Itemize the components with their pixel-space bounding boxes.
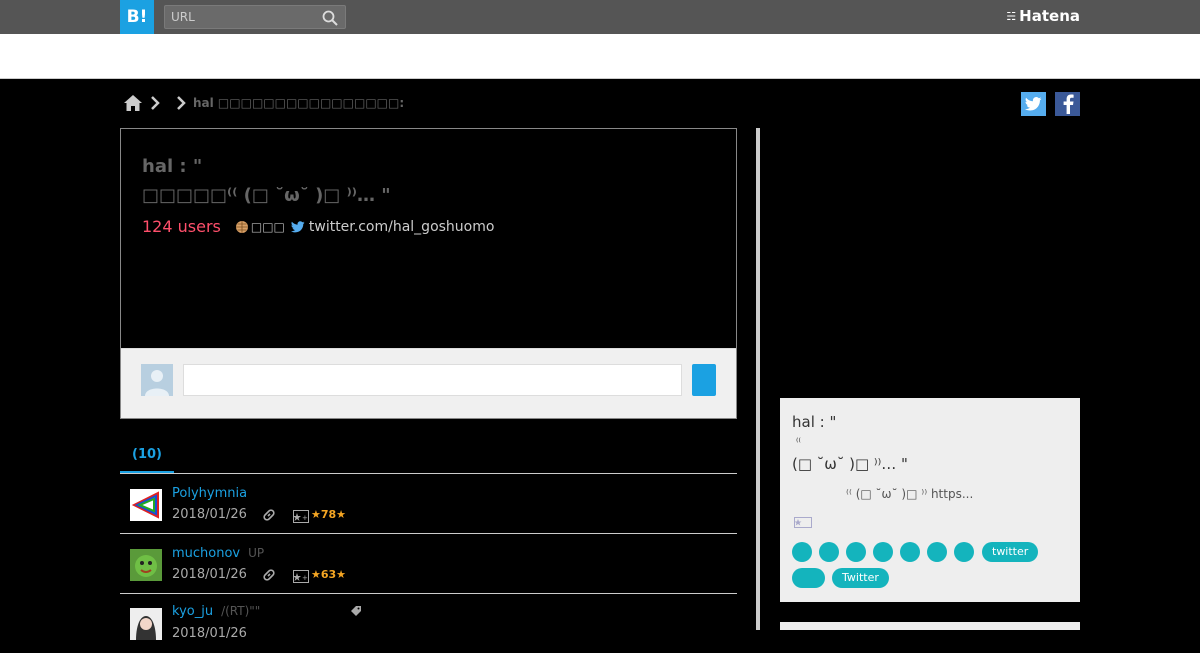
avatar-image <box>130 489 162 521</box>
twitter-share-button[interactable] <box>1021 92 1046 116</box>
add-star-icon[interactable]: + <box>293 510 309 523</box>
tag-chip[interactable] <box>927 542 947 562</box>
home-icon[interactable] <box>123 94 143 112</box>
user-silhouette-icon <box>145 370 169 396</box>
chevron-right-icon <box>151 96 160 110</box>
avatar-image <box>130 608 162 640</box>
tag-chip[interactable] <box>873 542 893 562</box>
chevron-right-icon <box>177 96 186 110</box>
username-link[interactable]: kyo_ju <box>172 604 213 619</box>
hatena-mark-icon: ☵ <box>1006 10 1017 23</box>
svg-text:+: + <box>302 574 308 582</box>
star-count[interactable]: ★78★ <box>311 508 346 521</box>
bookmark-comment: UP <box>248 546 265 560</box>
tag-chip-twitter[interactable]: twitter <box>982 542 1039 562</box>
related-entry-title[interactable]: hal : " ⁽⁽ (□ ˘ω˘ )□ ⁾⁾… " <box>792 410 1072 476</box>
tag-chip[interactable] <box>819 542 839 562</box>
globe-icon <box>235 220 248 233</box>
user-avatar-placeholder <box>141 364 173 396</box>
ad-banner <box>0 34 1200 79</box>
breadcrumb-entry-title[interactable]: hal □□□□□□□□□□□□□□□□: "□□□□□□□ □□□□□ <box>193 96 407 110</box>
facebook-icon <box>1063 94 1074 114</box>
bookmark-item: muchonov UP 2018/01/26 + ★63★ <box>120 534 737 594</box>
search-box <box>164 5 346 29</box>
tag-chip[interactable] <box>954 542 974 562</box>
bookmark-user: Polyhymnia <box>172 486 255 501</box>
global-header: B! ☵Hatena <box>0 0 1200 34</box>
tag-chip[interactable] <box>792 542 812 562</box>
related-entry-title-line: (□ ˘ω˘ )□ ⁾⁾… " <box>792 455 908 473</box>
column-divider <box>756 128 760 630</box>
search-input[interactable] <box>171 8 311 26</box>
tag-chip[interactable] <box>900 542 920 562</box>
bookmark-item: kyo_ju /(RT)"" 2018/01/26 <box>120 593 737 653</box>
bookmark-comment: /(RT)"" <box>221 604 261 618</box>
username-link[interactable]: muchonov <box>172 546 240 561</box>
avatar-image <box>130 549 162 581</box>
bookmark-date[interactable]: 2018/01/26 <box>172 567 247 582</box>
add-star-icon[interactable] <box>794 517 812 528</box>
comment-input[interactable] <box>183 364 682 396</box>
add-star-icon[interactable]: + <box>293 570 309 583</box>
comment-form <box>121 348 736 418</box>
related-entry-description: ⁽⁽ (□ ˘ω˘ )□ ⁾⁾ https... <box>846 487 974 501</box>
entry-panel: hal : " □□□□□⁽⁽ (□ ˘ω˘ )□ ⁾⁾… " 124 user… <box>120 128 737 419</box>
facebook-share-button[interactable] <box>1055 92 1080 116</box>
bookmark-date[interactable]: 2018/01/26 <box>172 507 247 522</box>
related-entry-card[interactable] <box>780 622 1080 630</box>
add-bookmark-button[interactable] <box>692 364 716 396</box>
link-icon[interactable] <box>262 508 276 522</box>
related-entry-card[interactable]: hal : " ⁽⁽ (□ ˘ω˘ )□ ⁾⁾… " ⁽⁽ (□ ˘ω˘ )□ … <box>780 398 1080 602</box>
bookmark-user: muchonov UP <box>172 546 264 561</box>
search-icon[interactable] <box>321 9 339 27</box>
tag-chip-twitter-cap[interactable]: Twitter <box>832 568 889 588</box>
twitter-bird-icon <box>1025 97 1042 111</box>
twitter-bird-icon <box>290 220 305 232</box>
breadcrumb: hal □□□□□□□□□□□□□□□□: "□□□□□□□ □□□□□ <box>123 93 407 113</box>
link-icon[interactable] <box>262 568 276 582</box>
bookmark-item: Polyhymnia 2018/01/26 + ★78★ <box>120 474 737 534</box>
entry-meta: 124 users □□□ twitter.com/hal_goshuomo <box>142 217 494 236</box>
user-avatar[interactable] <box>130 608 162 640</box>
star-count[interactable]: ★63★ <box>311 568 346 581</box>
hatena-brand-label: Hatena <box>1019 7 1080 25</box>
entry-title-line: hal : " <box>142 156 203 177</box>
category-link[interactable]: □□□ <box>251 220 285 234</box>
tag-chip[interactable] <box>846 542 866 562</box>
related-entry-title-line: hal : " <box>792 413 837 431</box>
bookmark-date[interactable]: 2018/01/26 <box>172 626 247 641</box>
entry-domain-link[interactable]: twitter.com/hal_goshuomo <box>309 219 495 235</box>
entry-title-line: □□□□□⁽⁽ (□ ˘ω˘ )□ ⁾⁾… " <box>142 185 391 206</box>
svg-text:+: + <box>302 514 308 522</box>
hatena-brand[interactable]: ☵ Hatena <box>1006 7 1080 25</box>
bookmark-user: kyo_ju /(RT)"" <box>172 604 260 619</box>
tab-comments[interactable]: (10) <box>120 440 174 474</box>
user-avatar[interactable] <box>130 489 162 521</box>
users-count-link[interactable]: 124 users <box>142 217 221 236</box>
related-entry-title-line: ⁽⁽ <box>796 437 801 448</box>
entry-title[interactable]: hal : " □□□□□⁽⁽ (□ ˘ω˘ )□ ⁾⁾… " <box>142 152 702 210</box>
username-link[interactable]: Polyhymnia <box>172 486 247 501</box>
tag-icon[interactable] <box>350 605 362 617</box>
tag-chip[interactable] <box>792 568 825 588</box>
hatena-bookmark-logo[interactable]: B! <box>120 0 154 34</box>
user-avatar[interactable] <box>130 549 162 581</box>
